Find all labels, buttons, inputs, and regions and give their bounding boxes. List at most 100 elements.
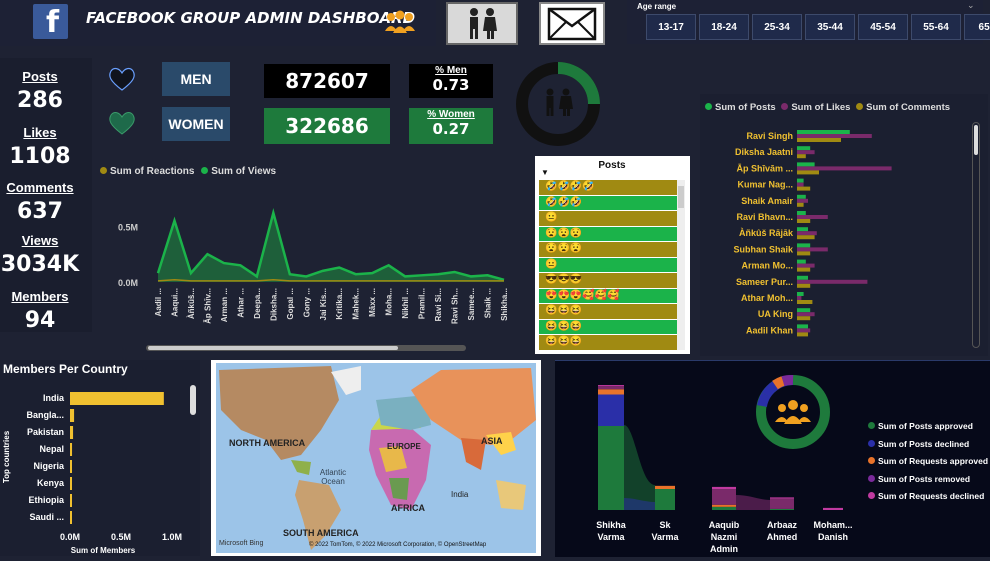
admin-legend-dot	[868, 422, 875, 429]
y-tick-label: 0.0M	[118, 278, 138, 288]
pct-women-label: % Women	[427, 109, 475, 120]
emoji-table-row[interactable]: 🤣🤣🤣🤣	[539, 180, 685, 196]
admin-legend-item: Sum of Requests declined	[868, 488, 988, 506]
emoji-table-row[interactable]: 😆😆😆	[539, 335, 685, 350]
age-range-label: Age range	[637, 2, 677, 11]
couple-icon	[470, 8, 497, 39]
emoji-table-row[interactable]: 😧😧😧	[539, 226, 685, 242]
chevron-down-icon[interactable]: ⌄	[967, 0, 975, 11]
x-tick-label: 0.5M	[111, 532, 131, 542]
x-tick-label: Mahek...	[352, 288, 361, 320]
x-tick-label: Deepa...	[253, 288, 262, 319]
bar-sum-of-posts	[797, 308, 811, 313]
age-option-25-34[interactable]: 25-34	[752, 14, 802, 40]
country-label: Ethiopia	[29, 495, 65, 505]
country-scrollbar[interactable]	[190, 385, 196, 415]
admin-legend: Sum of Posts approved Sum of Posts declin…	[868, 418, 988, 506]
legend-reactions-dot	[100, 167, 107, 174]
reactions-chart-legend: Sum of Reactions Sum of Views	[100, 166, 276, 177]
admin-legend-label: Sum of Requests approved	[878, 456, 989, 467]
age-option-45-54[interactable]: 45-54	[858, 14, 908, 40]
men-label: MEN	[162, 62, 230, 96]
scrollbar[interactable]	[677, 180, 685, 350]
age-option-18-24[interactable]: 18-24	[699, 14, 749, 40]
ribbon-bar-sum-of-requests-approved	[712, 504, 736, 507]
map-label-atlantic: Atlantic Ocean	[319, 468, 347, 486]
emoji-table-header[interactable]: Posts ▼	[539, 160, 685, 180]
bar-sum-of-likes	[797, 231, 817, 236]
x-tick-label: Athar ...	[236, 288, 245, 318]
country-bar	[70, 477, 72, 490]
map-label-africa: AFRICA	[391, 503, 425, 513]
emoji-table-header-label: Posts	[598, 160, 626, 171]
category-label: Shaik Amair	[741, 196, 793, 206]
bar-sum-of-comments	[797, 154, 806, 159]
gender-filter-button[interactable]	[446, 2, 518, 45]
admin-category-label: Shikha	[596, 520, 627, 530]
x-axis-label: Sum of Members	[71, 546, 136, 555]
x-tick-label: Moha...	[385, 288, 394, 316]
pct-men-label: % Men	[435, 65, 467, 76]
bar-sum-of-likes	[797, 198, 808, 203]
people-bar-scrollbar-thumb[interactable]	[974, 125, 978, 155]
map-label-europe: EUROPE	[387, 442, 421, 451]
legend-reactions-label: Sum of Reactions	[110, 166, 195, 177]
x-tick-label: 1.0M	[162, 532, 182, 542]
ribbon-bar-sum-of-posts-removed	[712, 489, 736, 505]
posts-label: Posts	[22, 69, 58, 84]
emoji-table-row[interactable]: 😍😍😍🥰🥰🥰	[539, 288, 685, 304]
world-map[interactable]: NORTH AMERICA EUROPE ASIA AFRICA SOUTH A…	[211, 360, 541, 556]
bar-sum-of-comments	[797, 202, 804, 207]
x-tick-label: Ravi Sh...	[451, 288, 460, 324]
bar-sum-of-posts	[797, 259, 806, 264]
age-option-65plus[interactable]: 65+	[964, 14, 990, 40]
admin-category-label: Danish	[818, 532, 848, 542]
sort-down-icon[interactable]: ▼	[541, 168, 549, 177]
likes-label: Likes	[23, 125, 57, 140]
page-title: FACEBOOK GROUP ADMIN DASHBOARD	[86, 9, 416, 27]
bar-sum-of-comments	[797, 267, 811, 272]
ribbon-bar-sum-of-requests-declined	[823, 507, 843, 510]
emoji-table-row[interactable]: 😆😆😆	[539, 304, 685, 320]
scrollbar-thumb[interactable]	[678, 186, 684, 208]
emoji-table-row[interactable]: 😧😧😧	[539, 242, 685, 258]
admin-category-label: Varma	[597, 532, 625, 542]
heart-men-icon	[108, 66, 136, 97]
admin-category-label: Sk	[659, 520, 671, 530]
map-label-south-america: SOUTH AMERICA	[283, 528, 359, 538]
admin-legend-item: Sum of Posts approved	[868, 418, 988, 436]
age-option-13-17[interactable]: 13-17	[646, 14, 696, 40]
x-tick-label: Nikhil ...	[401, 288, 410, 319]
ribbon-bar-sum-of-requests-approved	[598, 389, 624, 395]
emoji-table-row[interactable]: 😎😎😎	[539, 273, 685, 289]
category-label: Āp Shīvām ...	[736, 163, 793, 173]
x-tick-label: Diksha...	[269, 288, 278, 321]
country-bar	[70, 409, 75, 422]
age-range-slicer: Age range ⌄ 13-17 18-24 25-34 35-44 45-5…	[627, 0, 990, 44]
messages-button[interactable]	[539, 2, 605, 45]
bar-sum-of-comments	[797, 316, 811, 321]
ribbon-connector	[736, 495, 770, 510]
x-tick-label: Gony ...	[302, 288, 311, 317]
admin-legend-item: Sum of Posts declined	[868, 436, 988, 454]
age-option-55-64[interactable]: 55-64	[911, 14, 961, 40]
admin-category-label: Varma	[651, 532, 679, 542]
people-bar-chart: Ravi Singh Diksha Jaatni Āp Shīvām ... Kuma…	[733, 130, 892, 337]
country-label: India	[43, 393, 65, 403]
men-value: 872607	[264, 64, 390, 98]
emoji-table-row[interactable]: 😆😆😆	[539, 319, 685, 335]
emoji-table-row[interactable]: 😐	[539, 211, 685, 227]
bar-sum-of-likes	[797, 279, 868, 284]
ribbon-bar-sum-of-posts-removed	[598, 386, 624, 390]
legend-likes-dot	[781, 103, 789, 110]
admin-legend-dot	[868, 492, 875, 500]
age-option-35-44[interactable]: 35-44	[805, 14, 855, 40]
category-label: Ravi Singh	[746, 131, 793, 141]
emoji-table-row[interactable]: 😐	[539, 257, 685, 273]
people-bar-scrollbar[interactable]	[972, 122, 980, 348]
emoji-table-row[interactable]: 🤣🤣🤣	[539, 195, 685, 211]
category-label: Arman Mo...	[741, 261, 793, 271]
legend-posts-label: Sum of Posts	[715, 102, 776, 113]
ribbon-bar-sum-of-requests-declined	[770, 497, 794, 499]
bar-sum-of-posts	[797, 227, 808, 232]
